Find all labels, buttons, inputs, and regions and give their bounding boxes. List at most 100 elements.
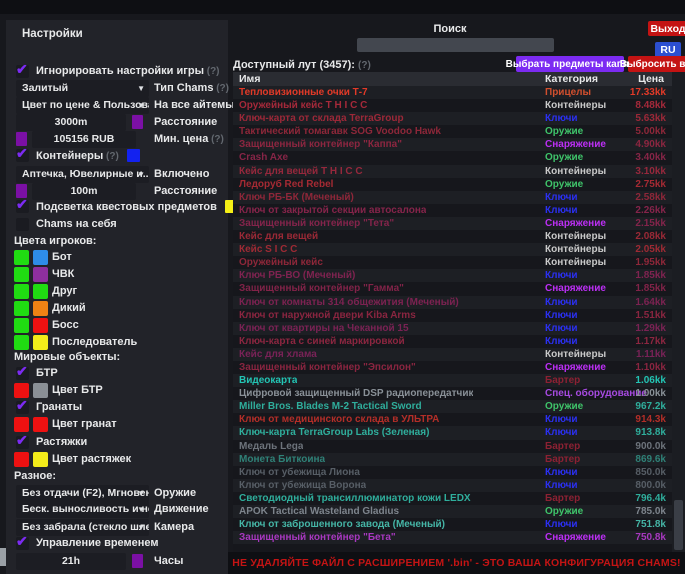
color-swatch[interactable] <box>127 149 140 162</box>
color-swatch[interactable] <box>33 250 48 265</box>
checkbox[interactable]: ✔ <box>16 436 29 449</box>
table-row[interactable]: Ключ от наружной двери Kiba ArmsКлючи1.5… <box>233 309 672 322</box>
color-swatch[interactable] <box>33 284 48 299</box>
sidebar-row-Последователь: Последователь <box>6 335 228 351</box>
table-row[interactable]: Оружейный кейсКонтейнеры1.95kk <box>233 256 672 269</box>
table-row[interactable]: Монета БиткоинаБартер869.6k <box>233 453 672 466</box>
value-input[interactable]: 105156 RUB <box>32 131 136 148</box>
table-row[interactable]: Защищенный контейнер "Эпсилон"Снаряжение… <box>233 361 672 374</box>
color-swatch[interactable] <box>33 452 48 467</box>
table-row[interactable]: Ключ РБ-ВО (Меченый)Ключи1.85kk <box>233 269 672 282</box>
column-name[interactable]: Имя <box>239 73 260 85</box>
checkbox[interactable]: ✔ <box>16 367 29 380</box>
table-row[interactable]: Ключ от заброшенного завода (Меченый)Клю… <box>233 518 672 531</box>
color-swatch[interactable] <box>16 132 27 146</box>
table-row[interactable]: Кейс для хламаКонтейнеры1.11kk <box>233 348 672 361</box>
table-row[interactable]: Miller Bros. Blades M-2 Tactical SwordОр… <box>233 400 672 413</box>
select-kappa-items-button[interactable]: Выбрать предметы каппа <box>516 56 624 72</box>
drop-all-button[interactable]: Выбросить все <box>628 56 685 72</box>
help-icon[interactable]: (?) <box>208 134 224 145</box>
table-row[interactable]: Ключ от медицинского склада в УЛЬТРАКлюч… <box>233 413 672 426</box>
table-row[interactable]: Защищенный контейнер "Тета"Снаряжение2.1… <box>233 217 672 230</box>
dropdown[interactable]: Залитый▼ <box>16 80 149 97</box>
color-swatch[interactable] <box>14 452 29 467</box>
item-name: Ключ-карта от склада TerraGroup <box>239 113 404 124</box>
table-row[interactable]: Crash AxeОружие3.40kk <box>233 151 672 164</box>
color-swatch[interactable] <box>33 301 48 316</box>
color-swatch[interactable] <box>14 335 29 350</box>
table-row[interactable]: Светодиодный трансиллюминатор кожи LEDXБ… <box>233 492 672 505</box>
table-row[interactable]: Оружейный кейс T H I C CКонтейнеры8.48kk <box>233 99 672 112</box>
table-row[interactable]: Ключ от убежища ЛионаКлючи850.0k <box>233 466 672 479</box>
dropdown-label: Камера <box>154 521 194 533</box>
table-row[interactable]: Медаль LegaБартер900.0k <box>233 440 672 453</box>
dropdown[interactable]: Без забрала (стекло шлема)▼ <box>16 519 149 536</box>
color-swatch[interactable] <box>14 318 29 333</box>
chevron-down-icon: ▼ <box>137 84 145 93</box>
search-input[interactable] <box>357 38 554 52</box>
table-row[interactable]: Защищенный контейнер "Гамма"Снаряжение1.… <box>233 282 672 295</box>
dropdown[interactable]: Без отдачи (F2), Мгновенное п▼ <box>16 485 149 502</box>
table-row[interactable]: Ключ-карта TerraGroup Labs (Зеленая)Ключ… <box>233 426 672 439</box>
table-row[interactable]: Защищенный контейнер "Каппа"Снаряжение4.… <box>233 138 672 151</box>
table-row[interactable]: Ключ-карта от склада TerraGroupКлючи5.63… <box>233 112 672 125</box>
color-swatch[interactable] <box>14 301 29 316</box>
dropdown[interactable]: Цвет по цене & Пользователь▼ <box>16 97 149 114</box>
dropdown[interactable]: Беск. выносливость и нет уста▼ <box>16 501 149 518</box>
table-row[interactable]: Ключ от убежища ВоронаКлючи800.0k <box>233 479 672 492</box>
color-swatch[interactable] <box>132 554 143 568</box>
table-row[interactable]: Ключ от комнаты 314 общежития (Меченый)К… <box>233 296 672 309</box>
table-row[interactable]: ВидеокартаБартер1.06kk <box>233 374 672 387</box>
color-swatch[interactable] <box>132 115 143 129</box>
checkbox[interactable]: ✔ <box>16 65 29 78</box>
help-icon[interactable]: (?) <box>358 60 371 71</box>
table-row[interactable]: Ключ-карта с синей маркировкойКлючи1.17k… <box>233 335 672 348</box>
table-row[interactable]: APOK Tactical Wasteland GladiusОружие785… <box>233 505 672 518</box>
color-swatch[interactable] <box>33 267 48 282</box>
help-icon[interactable]: (?) <box>103 151 119 162</box>
color-swatch[interactable] <box>14 417 29 432</box>
table-row[interactable]: Ключ РБ-БК (Меченый)Ключи2.58kk <box>233 191 672 204</box>
color-swatch[interactable] <box>33 383 48 398</box>
table-row[interactable]: Кейс S I C CКонтейнеры2.05kk <box>233 243 672 256</box>
color-swatch[interactable] <box>33 335 48 350</box>
color-swatch[interactable] <box>33 417 48 432</box>
color-swatch[interactable] <box>14 267 29 282</box>
table-row[interactable]: Тактический томагавк SOG Voodoo HawkОруж… <box>233 125 672 138</box>
dropdown[interactable]: Аптечка, Ювелирные и...▼ <box>16 166 149 183</box>
column-category[interactable]: Категория <box>545 73 598 85</box>
column-price[interactable]: Цена <box>638 73 664 85</box>
help-icon[interactable]: (?) <box>213 83 229 94</box>
table-row[interactable]: Ключ от квартиры на Чеканной 15Ключи1.29… <box>233 322 672 335</box>
color-swatch[interactable] <box>14 250 29 265</box>
table-row[interactable] <box>233 544 672 552</box>
color-swatch[interactable] <box>14 383 29 398</box>
table-row[interactable]: Кейс для вещейКонтейнеры2.08kk <box>233 230 672 243</box>
color-swatch[interactable] <box>14 284 29 299</box>
item-price: 8.48kk <box>635 100 666 111</box>
item-category: Спец. оборудование <box>545 388 647 399</box>
table-row[interactable]: Ледоруб Red RebelОружие2.75kk <box>233 178 672 191</box>
sidebar-row-Босс: Босс <box>6 318 228 334</box>
help-icon[interactable]: (?) <box>204 66 220 77</box>
value-input[interactable]: 21h <box>16 553 126 570</box>
table-row[interactable]: Тепловизионные очки Т-7Прицелы17.33kk <box>233 86 672 99</box>
color-swatch[interactable] <box>33 318 48 333</box>
table-row[interactable]: Кейс для вещей T H I C CКонтейнеры3.10kk <box>233 165 672 178</box>
checkbox[interactable] <box>16 218 29 231</box>
value-input[interactable]: 3000m <box>16 114 126 131</box>
table-row[interactable]: Цифровой защищенный DSP радиопередатчикС… <box>233 387 672 400</box>
table-row[interactable]: Защищенный контейнер "Бета"Снаряжение750… <box>233 531 672 544</box>
item-price: 1.64kk <box>635 297 666 308</box>
table-row[interactable]: Ключ от закрытой секции автосалонаКлючи2… <box>233 204 672 217</box>
table-scrollbar-thumb[interactable] <box>674 500 683 550</box>
item-price: 750.8k <box>635 532 666 543</box>
checkbox[interactable]: ✔ <box>16 537 29 550</box>
checkbox[interactable]: ✔ <box>16 401 29 414</box>
table-scrollbar[interactable] <box>672 72 685 552</box>
item-category: Ключи <box>545 310 578 321</box>
exit-button[interactable]: Выход <box>648 21 685 36</box>
checkbox[interactable]: ✔ <box>16 200 29 213</box>
checkbox[interactable]: ✔ <box>16 149 29 162</box>
value-input[interactable]: 100m <box>32 183 136 200</box>
